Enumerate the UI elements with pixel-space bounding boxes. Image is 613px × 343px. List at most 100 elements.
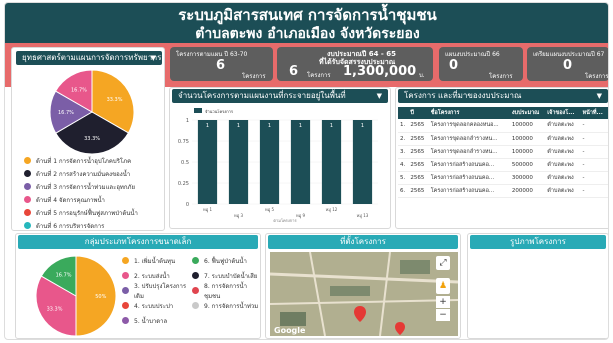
legend-swatch	[122, 317, 129, 324]
legend-swatch	[24, 157, 31, 164]
legend-label: ด้านที่ 4 จัดการคุณภาพน้ำ	[36, 196, 105, 204]
table-cell: 2565	[408, 158, 429, 172]
table-cell: ตำบลตะพง	[545, 145, 581, 159]
page-subtitle: ตำบลตะพง อำเภอเมือง จังหวัดระยอง	[195, 26, 420, 42]
legend-label: 4. ระบบประปา	[134, 302, 174, 310]
small-project-pie-chart[interactable]: 50% 33.3% 16.7%	[36, 256, 116, 336]
bar[interactable]	[228, 120, 249, 204]
legend-swatch	[122, 287, 129, 294]
bar-chart-title: จำนวนโครงการตามแผนงานที่กระจายอยู่ในพื้น…	[178, 91, 346, 100]
x-axis-label: ตามโครงการ	[273, 218, 297, 223]
legend-label: ด้านที่ 6 การบริหารจัดการ	[36, 222, 105, 230]
column-header[interactable]: ชื่อโครงการ	[428, 107, 510, 119]
kpi-card-budget: งบประมาณปี 64 - 65 ที่ได้รับจัดสรรงบประม…	[277, 47, 433, 81]
bar-data-label: 1	[361, 123, 364, 129]
map-fullscreen-icon[interactable]: ⤢	[436, 256, 450, 270]
strategy-pie-chart[interactable]: 33.3% 33.3% 16.7% 16.7%	[50, 70, 134, 154]
y-tick-label: 1	[186, 118, 189, 124]
project-table: ปี ชื่อโครงการ งบประมาณ เจ้าของโ... หน้าที่.…	[398, 107, 608, 198]
table-cell: 3.	[398, 145, 409, 159]
column-header[interactable]: หน้าที่...	[580, 107, 608, 119]
chevron-down-icon: ▼	[596, 92, 602, 100]
legend-label: 5. น้ำบาดาล	[134, 317, 168, 325]
strategy-pie-slice-label: 33.3%	[107, 97, 123, 103]
table-row[interactable]: 5. 2565 โครงการก่อสร้างถนนคอ... 300000 ตำบลต…	[398, 171, 608, 185]
legend-item[interactable]: 4. ระบบประปา	[122, 299, 192, 312]
table-cell: 200000	[509, 184, 546, 198]
bar-data-label: 1	[330, 123, 333, 129]
table-row[interactable]: 3. 2565 โครงการขุดลอกลำรางหน... 100000 ตำบลต…	[398, 145, 608, 159]
x-tick-label: หมู่ 5	[265, 207, 275, 213]
table-cell: -	[580, 158, 608, 172]
x-tick-label: หมู่ 9	[296, 213, 306, 219]
legend-swatch	[24, 196, 31, 203]
table-cell: 1.	[398, 119, 409, 133]
legend-swatch	[122, 302, 129, 309]
table-row[interactable]: 6. 2565 โครงการก่อสร้างถนนคอ... 200000 ตำบลต…	[398, 184, 608, 198]
bar[interactable]	[259, 120, 280, 204]
bar-data-label: 1	[299, 123, 302, 129]
kpi-unit: โครงการ	[307, 72, 331, 79]
strategy-pie-slice-label: 16.7%	[58, 110, 74, 116]
legend-item[interactable]: ด้านที่ 6 การบริหารจัดการ	[24, 219, 164, 232]
legend-label: 9. การจัดการน้ำท่วม	[204, 302, 259, 310]
legend-item[interactable]: 9. การจัดการน้ำท่วม	[192, 299, 262, 312]
pegman-icon[interactable]: ♟	[436, 278, 450, 294]
column-header[interactable]: ปี	[408, 107, 429, 119]
bar[interactable]	[352, 120, 373, 204]
legend-label: 2. ระบบส่งน้ำ	[134, 272, 170, 280]
legend-item[interactable]: 3. ปรับปรุงโครงการเดิม	[122, 283, 192, 300]
table-row[interactable]: 2. 2565 โครงการขุดลอกลำรางหน... 100000 ตำบลต…	[398, 132, 608, 146]
bar[interactable]	[290, 120, 311, 204]
column-header[interactable]: งบประมาณ	[509, 107, 546, 119]
legend-item[interactable]: ด้านที่ 5 การอนุรักษ์ฟื้นฟูสภาพป่าต้นน้ำ	[24, 206, 164, 219]
table-cell: -	[580, 184, 608, 198]
legend-label: ด้านที่ 5 การอนุรักษ์ฟื้นฟูสภาพป่าต้นน้ำ	[36, 209, 138, 217]
bar[interactable]	[321, 120, 342, 204]
bar-data-label: 1	[268, 123, 271, 129]
legend-swatch	[24, 183, 31, 190]
legend-label: 8. การจัดการน้ำชุมชน	[204, 282, 247, 300]
table-cell: 500000	[509, 158, 546, 172]
zoom-in-button[interactable]: +	[436, 296, 450, 308]
table-row[interactable]: 4. 2565 โครงการก่อสร้างถนนคอ... 500000 ตำบลต…	[398, 158, 608, 172]
kpi-card-plan: โครงการตามแผน ปี 63-70 6 โครงการ	[170, 47, 273, 81]
project-bar-chart[interactable]: จำนวนโครงการ 1 0.75 0.5 0.25 0 1 หมู่ 1 1 หมู่ 3 1…	[170, 106, 392, 228]
legend-item[interactable]: ด้านที่ 1 การจัดการน้ำอุปโภคบริโภค	[24, 154, 164, 167]
bar-chart-panel: จำนวนโครงการตามแผนงานที่กระจายอยู่ในพื้น…	[169, 87, 391, 229]
legend-item[interactable]: 1. เพิ่มน้ำต้นทุน	[122, 254, 192, 267]
table-row[interactable]: 1. 2565 โครงการขุดลอกคลองหนอ... 100000 ตำบลต…	[398, 119, 608, 133]
project-table-panel: โครงการ และที่มาของงบประมาณ ▼ ปี ชื่อโครง…	[395, 87, 608, 229]
x-tick-label: หมู่ 13	[357, 213, 369, 219]
column-header[interactable]: เจ้าของโ...	[545, 107, 581, 119]
legend-item[interactable]: 5. น้ำบาดาล	[122, 314, 192, 327]
table-cell: โครงการขุดลอกลำรางหน...	[428, 145, 510, 159]
project-map[interactable]	[270, 252, 458, 336]
strategy-dropdown-label: ยุทธศาสตร์ตามแผนการจัดการทรัพยากร...	[22, 53, 162, 62]
table-cell: 2565	[408, 184, 429, 198]
bar-legend-label: จำนวนโครงการ	[205, 109, 234, 114]
bar-chart-dropdown[interactable]: จำนวนโครงการตามแผนงานที่กระจายอยู่ในพื้น…	[172, 89, 388, 103]
column-header[interactable]	[398, 107, 409, 119]
legend-label: ด้านที่ 3 การจัดการน้ำท่วมและอุทกภัย	[36, 183, 135, 191]
legend-item[interactable]: ด้านที่ 4 จัดการคุณภาพน้ำ	[24, 193, 164, 206]
table-cell: 5.	[398, 171, 409, 185]
legend-item[interactable]: 8. การจัดการน้ำชุมชน	[192, 283, 262, 300]
project-table-dropdown[interactable]: โครงการ และที่มาของงบประมาณ ▼	[398, 89, 608, 103]
photo-panel: รูปภาพโครงการ	[467, 233, 608, 339]
zoom-out-button[interactable]: −	[436, 309, 450, 321]
table-cell: 2565	[408, 145, 429, 159]
small-project-legend: 1. เพิ่มน้ำต้นทุน 2. ระบบส่งน้ำ 3. ปรับปรุ…	[122, 254, 262, 329]
legend-item[interactable]: ด้านที่ 2 การสร้างความมั่นคงของน้ำ	[24, 167, 164, 180]
table-cell: 100000	[509, 132, 546, 146]
strategy-dropdown[interactable]: ยุทธศาสตร์ตามแผนการจัดการทรัพยากร... ▼	[16, 51, 162, 65]
table-cell: 6.	[398, 184, 409, 198]
header: ระบบภูมิสารสนเทศ การจัดการน้ำชุมชน ตำบลต…	[5, 3, 608, 45]
legend-item[interactable]: 6. ฟื้นฟูป่าต้นน้ำ	[192, 254, 262, 267]
legend-item[interactable]: ด้านที่ 3 การจัดการน้ำท่วมและอุทกภัย	[24, 180, 164, 193]
legend-label: ด้านที่ 2 การสร้างความมั่นคงของน้ำ	[36, 170, 131, 178]
bar[interactable]	[197, 120, 218, 204]
kpi-unit: โครงการ	[242, 73, 266, 80]
table-cell: 2565	[408, 132, 429, 146]
table-cell: 4.	[398, 158, 409, 172]
